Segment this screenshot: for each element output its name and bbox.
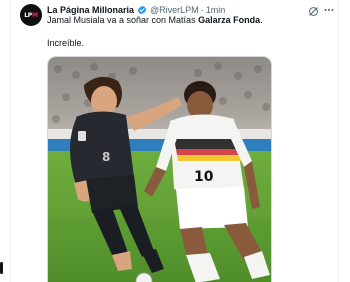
match-photo: 8 10 — [48, 57, 271, 282]
dark-jersey-number: 8 — [102, 150, 110, 164]
more-options-icon[interactable] — [323, 3, 335, 15]
tweet-text-line-2: Increíble. — [47, 38, 85, 48]
timeline-border-right — [338, 0, 339, 282]
scroll-edge-marker — [0, 262, 3, 274]
tweet-media-photo[interactable]: 8 10 — [47, 56, 272, 282]
timeline-border-left — [10, 0, 11, 282]
white-jersey-number: 10 — [194, 169, 214, 185]
avatar-logo-text: LPM — [24, 11, 38, 19]
grok-icon[interactable] — [308, 4, 319, 16]
header-separator: · — [200, 5, 204, 15]
tweet-text-line-1: Jamal Musiala va a soñar con Matías Gala… — [47, 15, 263, 25]
avatar[interactable]: LPM — [20, 4, 42, 26]
mention-bold-name: Galarza Fonda — [198, 15, 261, 25]
author-name[interactable]: La Página Millonaria — [47, 5, 134, 15]
verified-badge-icon — [137, 5, 147, 15]
author-handle[interactable]: @RiverLPM — [150, 5, 199, 15]
timestamp[interactable]: 1min — [206, 5, 226, 15]
